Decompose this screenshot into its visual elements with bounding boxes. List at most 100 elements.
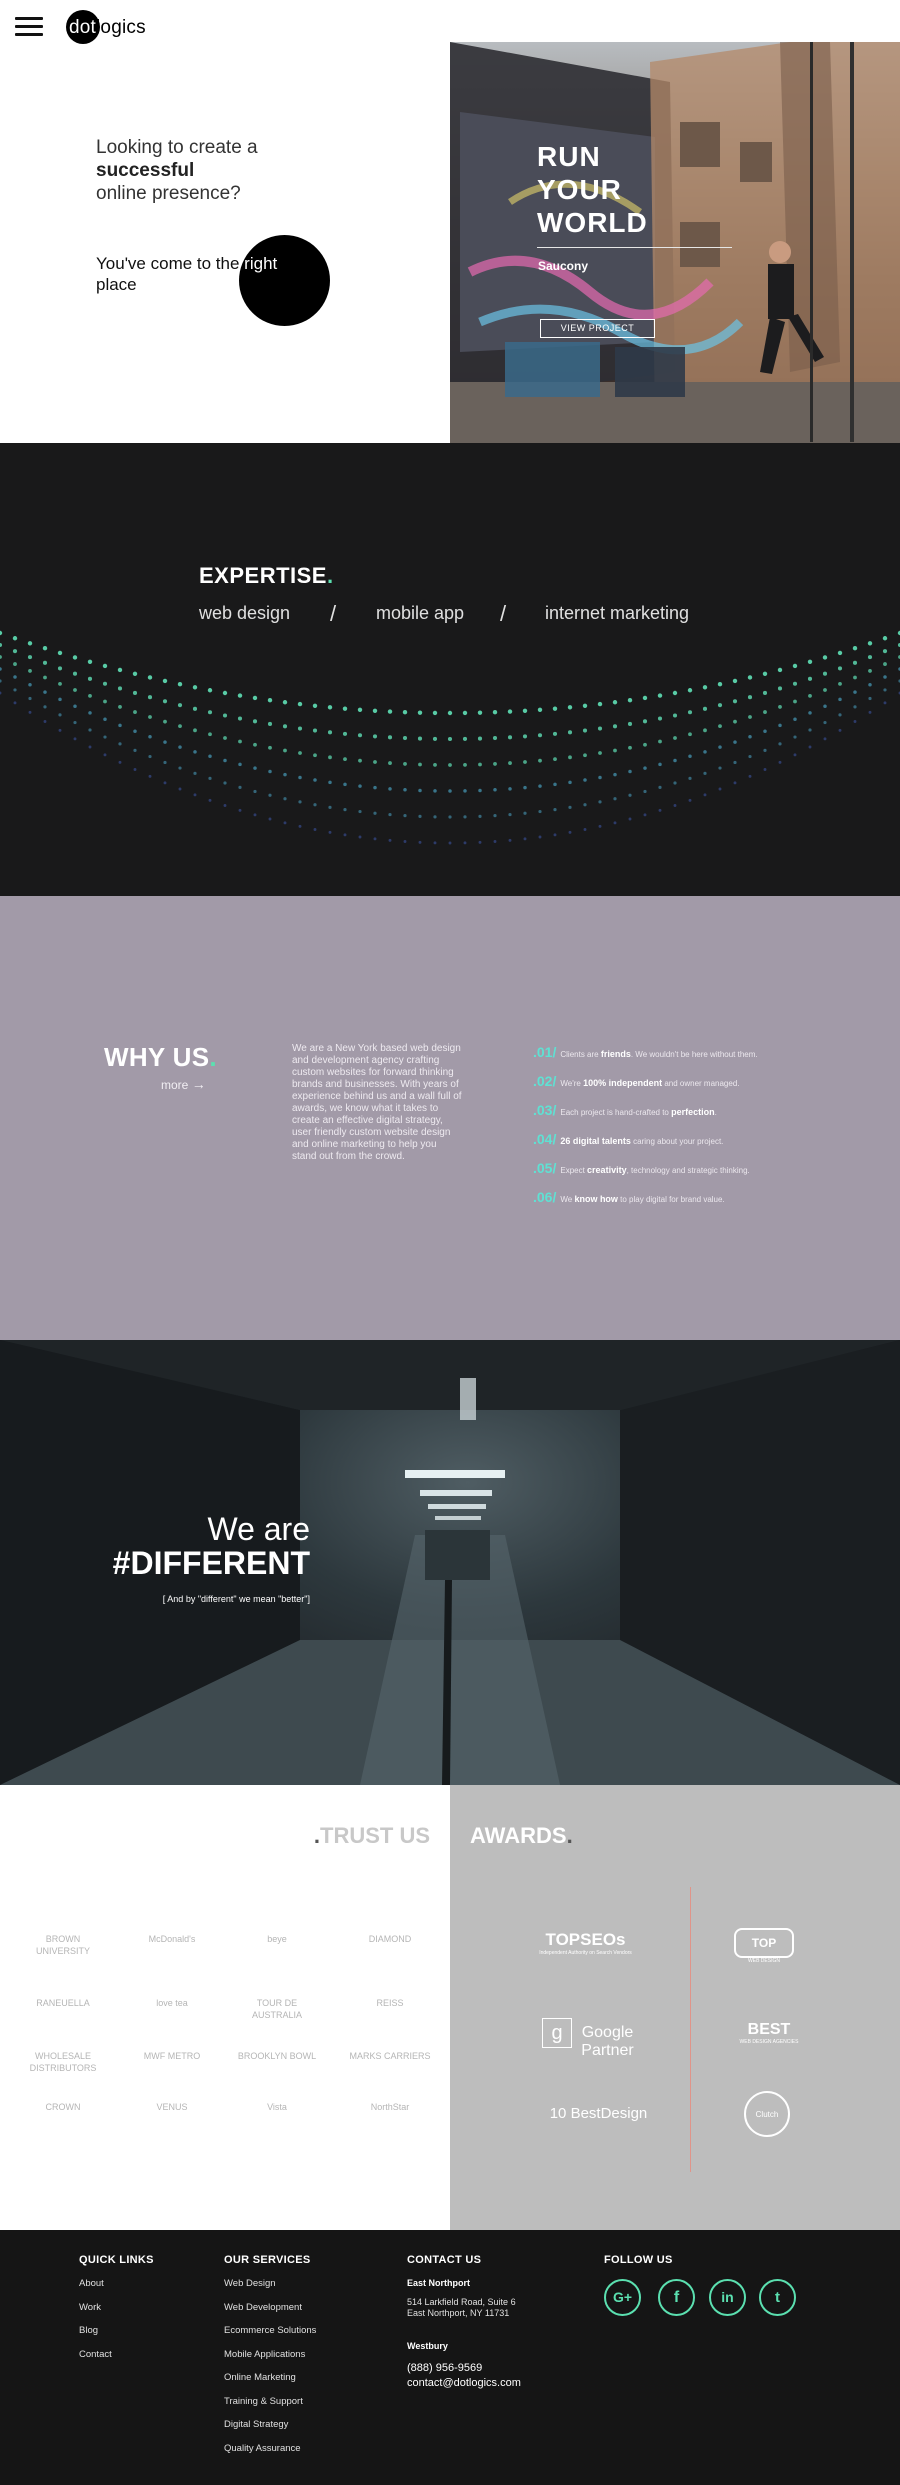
service-link[interactable]: Mobile Applications	[224, 2349, 316, 2373]
wave-dot	[388, 838, 392, 842]
wave-dot	[777, 686, 783, 691]
wave-dot	[102, 681, 108, 686]
wave-dot	[702, 685, 708, 690]
why-more-link[interactable]: more →	[161, 1076, 206, 1092]
service-link[interactable]: Digital Strategy	[224, 2419, 316, 2443]
services-title: OUR SERVICES	[224, 2254, 311, 2266]
wave-dot	[283, 772, 287, 777]
wave-dot	[448, 815, 452, 819]
wave-dot	[553, 807, 557, 812]
service-link[interactable]: Web Design	[224, 2278, 316, 2302]
client-logo: WHOLESALE DISTRIBUTORS	[29, 2051, 97, 2073]
wave-dot	[193, 771, 197, 775]
service-link[interactable]: Quality Assurance	[224, 2443, 316, 2467]
email-link[interactable]: contact@dotlogics.com	[407, 2377, 587, 2389]
wave-dot	[673, 804, 677, 807]
wave-dot	[493, 840, 497, 843]
wave-dot	[13, 675, 17, 679]
wave-dot	[478, 840, 482, 844]
wave-dot	[672, 690, 678, 696]
phone-link[interactable]: (888) 956-9569	[407, 2362, 587, 2374]
wave-dot	[718, 745, 722, 749]
wave-dot	[522, 708, 528, 713]
wave-dot	[613, 821, 617, 825]
wave-dot	[253, 742, 257, 747]
wave-dot	[523, 785, 527, 790]
wave-dot	[178, 724, 182, 729]
hero-subline: You've come to the right place	[96, 254, 278, 294]
wave-dot	[357, 733, 363, 738]
wave-dot	[463, 815, 467, 819]
why-item: .03/Each project is hand-crafted to perf…	[533, 1102, 717, 1118]
google-plus-icon[interactable]: G+	[604, 2279, 641, 2316]
wave-dot	[792, 681, 798, 686]
awards-section: AWARDS. TOPSEOs Independent Authority on…	[450, 1785, 900, 2230]
footer-link-blog[interactable]: Blog	[79, 2325, 154, 2349]
wave-dot	[748, 735, 752, 739]
wave-dot	[552, 706, 558, 711]
wave-dot	[823, 688, 827, 692]
wave-dot	[463, 762, 467, 767]
wave-dot	[313, 753, 317, 758]
trust-us-title: .TRUST US	[313, 1823, 430, 1848]
wave-dot	[447, 710, 453, 716]
wave-dot	[103, 699, 107, 704]
wave-dot	[238, 785, 242, 789]
wave-dot	[492, 736, 498, 741]
address-line-2: East Northport, NY 11731	[407, 2308, 510, 2318]
client-logo: CROWN	[45, 2102, 81, 2112]
wave-dot	[268, 745, 272, 750]
footer-link-about[interactable]: About	[79, 2278, 154, 2302]
service-link[interactable]: Training & Support	[224, 2396, 316, 2420]
wave-dot	[837, 650, 843, 656]
footer-link-work[interactable]: Work	[79, 2302, 154, 2326]
twitter-icon[interactable]: t	[759, 2279, 796, 2316]
wave-dot	[373, 811, 377, 815]
wave-dot	[852, 660, 858, 665]
menu-icon[interactable]	[15, 17, 43, 37]
wave-dot	[13, 662, 17, 666]
award-topseos: TOPSEOs Independent Authority on Search …	[539, 1930, 632, 1956]
wave-dot	[538, 835, 542, 839]
wave-dot	[103, 717, 107, 722]
wave-dot	[282, 700, 288, 705]
wave-dot	[312, 703, 318, 708]
wave-dot	[148, 715, 152, 719]
wave-dot	[582, 703, 588, 708]
arrow-right-icon: →	[191, 1076, 206, 1092]
wave-dot	[178, 787, 182, 791]
service-link[interactable]: Online Marketing	[224, 2372, 316, 2396]
wave-dot	[823, 720, 827, 725]
wave-dot	[148, 774, 152, 778]
client-logo: BROOKLYN BOWL	[237, 2051, 317, 2061]
wave-dot	[253, 766, 257, 770]
wave-dot	[42, 660, 48, 665]
facebook-icon[interactable]: f	[658, 2279, 695, 2316]
service-link[interactable]: Ecommerce Solutions	[224, 2325, 316, 2349]
wave-dot	[432, 736, 438, 741]
wave-dot	[838, 728, 842, 732]
hero-headline: Looking to create a successful online pr…	[96, 137, 258, 204]
wave-dot	[747, 695, 753, 700]
expertise-title: EXPERTISE.	[199, 563, 334, 588]
wave-dot	[838, 697, 842, 702]
wave-dot	[673, 781, 677, 785]
wave-dot	[672, 713, 678, 718]
wave-dot	[793, 735, 797, 739]
footer-link-contact[interactable]: Contact	[79, 2349, 154, 2373]
wave-dot	[643, 789, 647, 794]
wave-dot	[432, 710, 438, 716]
logo[interactable]: dotlogics	[66, 10, 166, 44]
wave-dot	[553, 757, 557, 762]
view-project-button[interactable]: VIEW PROJECT	[540, 319, 655, 338]
logo-text: dotlogics	[69, 17, 146, 38]
wave-dot	[478, 814, 482, 818]
wave-dot	[822, 671, 828, 676]
wave-dot	[267, 721, 273, 727]
linkedin-icon[interactable]: in	[709, 2279, 746, 2316]
wave-dot	[133, 748, 137, 752]
wave-dot	[748, 754, 752, 759]
wave-dot	[208, 754, 212, 759]
service-link[interactable]: Web Development	[224, 2302, 316, 2326]
wave-dot	[657, 716, 663, 721]
